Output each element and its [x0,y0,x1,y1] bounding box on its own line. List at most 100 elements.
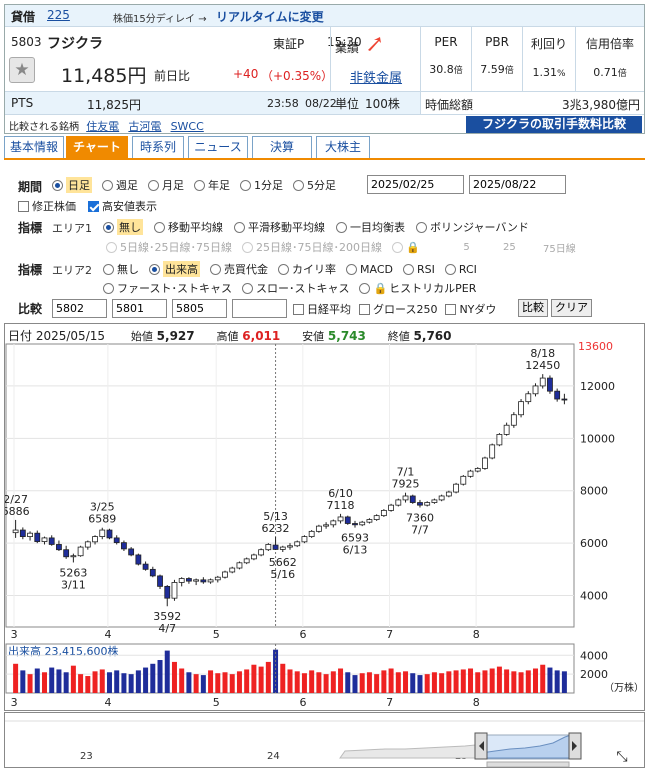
area2-volume[interactable]: 出来高 [149,261,200,277]
volume-bar [475,672,481,693]
tab-basic-info[interactable]: 基本情報 [4,136,64,158]
period-yearly[interactable]: 年足 [194,177,230,193]
candle [503,424,510,435]
stock-chart[interactable]: 日付 2025/05/15 始値 5,927 高値 6,011 安値 5,743… [4,323,645,711]
area2-deviation[interactable]: カイリ率 [278,261,336,277]
compare-stock-link[interactable]: 住友電 [86,120,119,133]
ma-custom[interactable]: 🔒 [392,241,420,254]
candle [539,377,546,387]
candle [12,529,19,534]
adjusted-price-check[interactable]: 修正株価 [18,198,76,214]
date-to-input[interactable] [469,175,566,194]
navigator-history [339,744,476,759]
market-name: 東証P [273,37,305,51]
x-tick-label: 5 [213,696,220,709]
x-tick-label: 3 [11,628,18,641]
candle [236,562,243,569]
compare-label: 比較 [18,302,43,316]
compare-button[interactable]: 比較 [518,299,548,317]
compare-input-1[interactable] [52,299,107,318]
star-icon[interactable]: ★ [9,57,35,83]
compare-input-2[interactable] [112,299,167,318]
ma-options: 5日線･25日線･75日線 25日線･75日線･200日線 🔒 5 25 75日… [106,239,576,255]
candle [417,502,423,506]
delay-note: 株価15分ディレイ → [113,14,207,25]
highlow-check[interactable]: 高安値表示 [88,198,157,214]
date-from-input[interactable] [367,175,464,194]
volume-bar [99,669,105,693]
area1-label: エリア1 [52,222,92,235]
volume-bar [200,675,206,693]
area1-bollinger[interactable]: ボリンジャーバンド [416,219,529,235]
ma-set-1[interactable]: 5日線･25日線･75日線 [106,239,232,255]
area1-none[interactable]: 無し [103,219,143,235]
index-link[interactable]: 225 [47,8,70,22]
arrow-up-icon [368,37,381,51]
compare-input-3[interactable] [172,299,227,318]
area2-slow-stoch[interactable]: スロー･ストキャス [241,280,349,296]
period-monthly[interactable]: 月足 [148,177,184,193]
period-daily[interactable]: 日足 [52,177,92,193]
area2-rci[interactable]: RCI [444,261,477,277]
candle [214,576,221,581]
area1-smooth-ma[interactable]: 平滑移動平均線 [234,219,325,235]
volume-bar [489,668,495,693]
y-tick-label: 10000 [580,432,615,445]
volume-bar [20,670,26,693]
volume-bar [135,670,141,693]
industry-link[interactable]: 非鉄金属 [350,67,402,86]
candle [315,525,322,532]
area2-fast-stoch[interactable]: ファースト･ストキャス [103,280,232,296]
volume-bar [229,674,235,693]
x-tick-label: 8 [473,696,480,709]
period-5min[interactable]: 5分足 [293,177,336,193]
clear-button[interactable]: クリア [551,299,592,317]
period-1min[interactable]: 1分足 [240,177,283,193]
volume-bar [294,671,300,693]
volume-bar [56,669,62,693]
area2-hist-per[interactable]: 🔒 ヒストリカルPER [359,280,476,296]
volume-bar [106,672,112,693]
candle [128,548,135,556]
volume-bar [511,671,517,693]
nikkei-check[interactable]: 日経平均 [293,301,351,317]
x-tick-label: 4 [104,696,111,709]
candle [250,554,257,560]
realtime-link[interactable]: リアルタイムに変更 [216,8,324,25]
compare-stock-link[interactable]: SWCC [171,120,204,133]
volume-bar [403,671,409,693]
period-weekly[interactable]: 週足 [102,177,138,193]
volume-bar [128,674,134,693]
ma-set-2[interactable]: 25日線･75日線･200日線 [242,239,382,255]
growth250-check[interactable]: グロース250 [359,301,437,317]
volume-bar [366,672,372,693]
y-top-label: 13600 [578,340,613,353]
expand-icon[interactable]: ⤡ [614,750,630,766]
compare-input-4[interactable] [232,299,287,318]
area2-macd[interactable]: MACD [346,261,393,277]
unit-value: 100株 [365,97,400,111]
area2-rsi[interactable]: RSI [402,261,435,277]
volume-bar [41,672,47,693]
nydow-check[interactable]: NYダウ [445,301,496,317]
candle [445,491,452,497]
tab-news[interactable]: ニュース [188,136,248,158]
tab-shareholders[interactable]: 大株主 [316,136,370,158]
tab-chart[interactable]: チャート [66,136,128,158]
volume-bar [395,672,401,693]
area1-ma[interactable]: 移動平均線 [154,219,223,235]
volume-bar [554,670,560,693]
area2-turnover[interactable]: 売買代金 [210,261,268,277]
area1-ichimoku[interactable]: 一目均衡表 [336,219,405,235]
tab-timeseries[interactable]: 時系列 [132,136,184,158]
range-navigator[interactable]: 232425 ⤡ [4,712,645,768]
navigator-tick: 24 [267,751,280,762]
candle [77,546,84,557]
stock-header: 貸借 225 株価15分ディレイ → リアルタイムに変更 5803 フジクラ 東… [4,4,645,134]
fee-compare-button[interactable]: フジクラの取引手数料比較 [466,116,642,133]
volume-bar [309,670,315,693]
tab-earnings[interactable]: 決算 [252,136,312,158]
candle [27,532,33,537]
area2-none[interactable]: 無し [103,261,139,277]
compare-stock-link[interactable]: 古河電 [128,120,161,133]
